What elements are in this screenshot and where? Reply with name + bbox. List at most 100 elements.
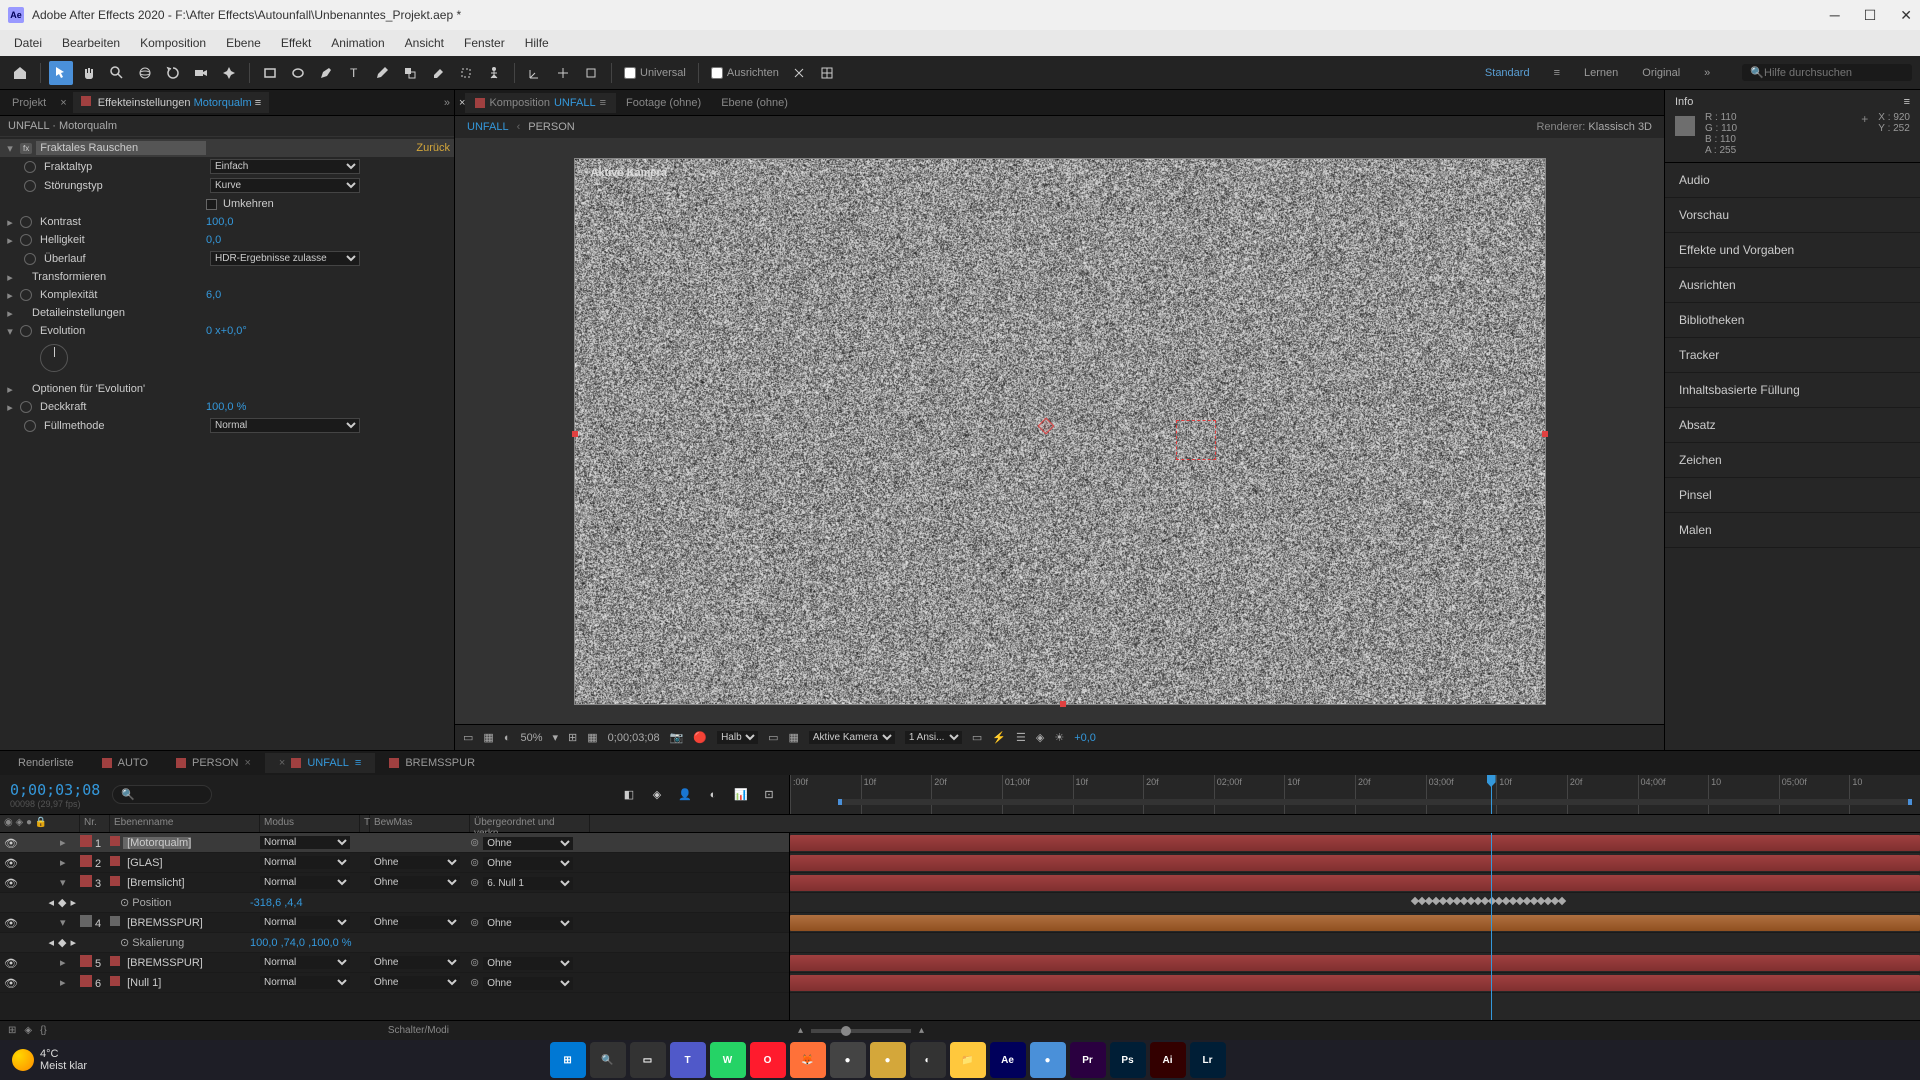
evolution-dial[interactable] bbox=[40, 344, 68, 372]
rect-tool[interactable] bbox=[258, 61, 282, 85]
mask-toggle[interactable]: ▭ bbox=[463, 731, 473, 744]
tl-tab-person[interactable]: PERSON× bbox=[162, 753, 265, 773]
menu-fenster[interactable]: Fenster bbox=[454, 36, 515, 50]
orbit-tool[interactable] bbox=[133, 61, 157, 85]
pixel-aspect[interactable]: ▭ bbox=[972, 731, 982, 744]
next-keyframe[interactable]: ▸ bbox=[70, 936, 76, 949]
timeline-playhead-line[interactable] bbox=[1491, 833, 1492, 1020]
footer-toggle-3[interactable]: {} bbox=[40, 1025, 47, 1036]
panel-tracker[interactable]: Tracker bbox=[1665, 338, 1920, 373]
tab-footage[interactable]: Footage (ohne) bbox=[616, 93, 711, 113]
effect-reset[interactable]: Zurück bbox=[416, 142, 450, 154]
pickwhip-icon[interactable]: ⊚ bbox=[470, 837, 479, 849]
track-row[interactable] bbox=[790, 853, 1920, 873]
pickwhip-icon[interactable]: ⊚ bbox=[470, 877, 479, 889]
eye-toggle[interactable]: 👁 bbox=[4, 957, 16, 969]
panel-zeichen[interactable]: Zeichen bbox=[1665, 443, 1920, 478]
tl-tool-blur[interactable]: ◐ bbox=[703, 785, 723, 805]
tab-projekt-close[interactable]: × bbox=[56, 97, 70, 109]
handle-bottom[interactable] bbox=[1060, 701, 1066, 707]
help-search[interactable]: 🔍 bbox=[1742, 64, 1912, 81]
ruler-tick[interactable]: 10f bbox=[1073, 775, 1144, 814]
taskbar-app-app3[interactable]: ◐ bbox=[910, 1042, 946, 1078]
camera-tool[interactable] bbox=[189, 61, 213, 85]
composition-viewport[interactable]: Aktive Kamera ↖ bbox=[455, 138, 1664, 724]
mode-select[interactable]: Normal bbox=[260, 836, 350, 849]
view-axis-tool[interactable] bbox=[579, 61, 603, 85]
workspace-overflow[interactable]: » bbox=[1704, 67, 1710, 79]
work-area[interactable] bbox=[838, 799, 1912, 805]
tab-projekt[interactable]: Projekt bbox=[4, 93, 54, 113]
handle-right[interactable] bbox=[1542, 431, 1548, 437]
add-keyframe[interactable]: ◆ bbox=[58, 936, 66, 949]
stopwatch-deckkraft[interactable] bbox=[20, 401, 32, 413]
workspace-standard[interactable]: Standard bbox=[1485, 67, 1530, 79]
tl-tool-snap[interactable]: ⊡ bbox=[759, 785, 779, 805]
layer-twirl[interactable]: ▾ bbox=[60, 876, 70, 889]
mode-select[interactable]: Normal bbox=[260, 856, 350, 869]
crumb-person[interactable]: PERSON bbox=[528, 121, 574, 133]
close-button[interactable]: ✕ bbox=[1900, 7, 1912, 24]
taskbar-app-lr[interactable]: Lr bbox=[1190, 1042, 1226, 1078]
menu-animation[interactable]: Animation bbox=[321, 36, 394, 50]
footer-toggle-2[interactable]: ◈ bbox=[24, 1025, 32, 1036]
trkmat-select[interactable]: Ohne bbox=[370, 876, 460, 889]
trkmat-select[interactable]: Ohne bbox=[370, 976, 460, 989]
menu-effekt[interactable]: Effekt bbox=[271, 36, 321, 50]
panel-vorschau[interactable]: Vorschau bbox=[1665, 198, 1920, 233]
ruler-tick[interactable]: 10f bbox=[1496, 775, 1567, 814]
detail-twirl[interactable]: ▸ bbox=[4, 307, 16, 320]
taskbar-app-explorer[interactable]: 📁 bbox=[950, 1042, 986, 1078]
taskbar-app-firefox[interactable]: 🦊 bbox=[790, 1042, 826, 1078]
property-track[interactable] bbox=[790, 933, 1920, 953]
clone-tool[interactable] bbox=[398, 61, 422, 85]
pen-tool[interactable] bbox=[314, 61, 338, 85]
panel-ausrichten[interactable]: Ausrichten bbox=[1665, 268, 1920, 303]
roto-tool[interactable] bbox=[454, 61, 478, 85]
helligkeit-twirl[interactable]: ▸ bbox=[4, 234, 16, 247]
taskbar-app-whatsapp[interactable]: W bbox=[710, 1042, 746, 1078]
workspace-menu-icon[interactable]: ≡ bbox=[1554, 67, 1560, 79]
puppet-tool[interactable] bbox=[482, 61, 506, 85]
col-parent[interactable]: Übergeordnet und verkn... bbox=[470, 815, 590, 832]
stopwatch-kontrast[interactable] bbox=[20, 216, 32, 228]
tl-tab-bremsspur[interactable]: BREMSSPUR bbox=[375, 753, 489, 773]
layer-row[interactable]: 👁▸ 1 [Motorqualm] Normal ⊚Ohne bbox=[0, 833, 789, 853]
grid-toggle[interactable]: ▦ bbox=[587, 731, 597, 744]
zoom-in[interactable]: ▴ bbox=[919, 1025, 924, 1036]
local-axis-tool[interactable] bbox=[523, 61, 547, 85]
panel-effekte-vorgaben[interactable]: Effekte und Vorgaben bbox=[1665, 233, 1920, 268]
taskbar-app-ae[interactable]: Ae bbox=[990, 1042, 1026, 1078]
taskbar-app-pr[interactable]: Pr bbox=[1070, 1042, 1106, 1078]
add-keyframe[interactable]: ◆ bbox=[58, 896, 66, 909]
prev-keyframe[interactable]: ◂ bbox=[48, 896, 54, 909]
snap-options-tool[interactable] bbox=[787, 61, 811, 85]
tl-tab-auto[interactable]: AUTO bbox=[88, 753, 162, 773]
eye-toggle[interactable]: 👁 bbox=[4, 877, 16, 889]
property-track[interactable] bbox=[790, 893, 1920, 913]
snapshot[interactable]: 📷 bbox=[670, 731, 684, 744]
umkehren-checkbox[interactable] bbox=[206, 199, 217, 210]
transparency-toggle[interactable]: ▦ bbox=[483, 731, 493, 744]
panel-absatz[interactable]: Absatz bbox=[1665, 408, 1920, 443]
comp-flowchart[interactable]: ◈ bbox=[1036, 731, 1044, 744]
layer-row[interactable]: 👁▸ 6 [Null 1] Normal Ohne ⊚Ohne bbox=[0, 973, 789, 993]
taskbar-app-app2[interactable]: ● bbox=[870, 1042, 906, 1078]
menu-ebene[interactable]: Ebene bbox=[216, 36, 271, 50]
tab-komposition[interactable]: Komposition UNFALL ≡ bbox=[465, 93, 616, 113]
menu-ansicht[interactable]: Ansicht bbox=[395, 36, 454, 50]
col-name[interactable]: Ebenenname bbox=[110, 815, 260, 832]
tl-tool-2[interactable]: ◈ bbox=[647, 785, 667, 805]
pickwhip-icon[interactable]: ⊚ bbox=[470, 957, 479, 969]
menu-datei[interactable]: Datei bbox=[4, 36, 52, 50]
zoom-out[interactable]: ▴ bbox=[798, 1025, 803, 1036]
mode-select[interactable]: Normal bbox=[260, 916, 350, 929]
timeline-timecode[interactable]: 0;00;03;08 bbox=[10, 781, 100, 799]
prev-keyframe[interactable]: ◂ bbox=[48, 936, 54, 949]
stopwatch-evolution[interactable] bbox=[20, 325, 32, 337]
hand-tool[interactable] bbox=[77, 61, 101, 85]
world-axis-tool[interactable] bbox=[551, 61, 575, 85]
eye-toggle[interactable]: 👁 bbox=[4, 837, 16, 849]
panel-malen[interactable]: Malen bbox=[1665, 513, 1920, 548]
text-tool[interactable]: T bbox=[342, 61, 366, 85]
